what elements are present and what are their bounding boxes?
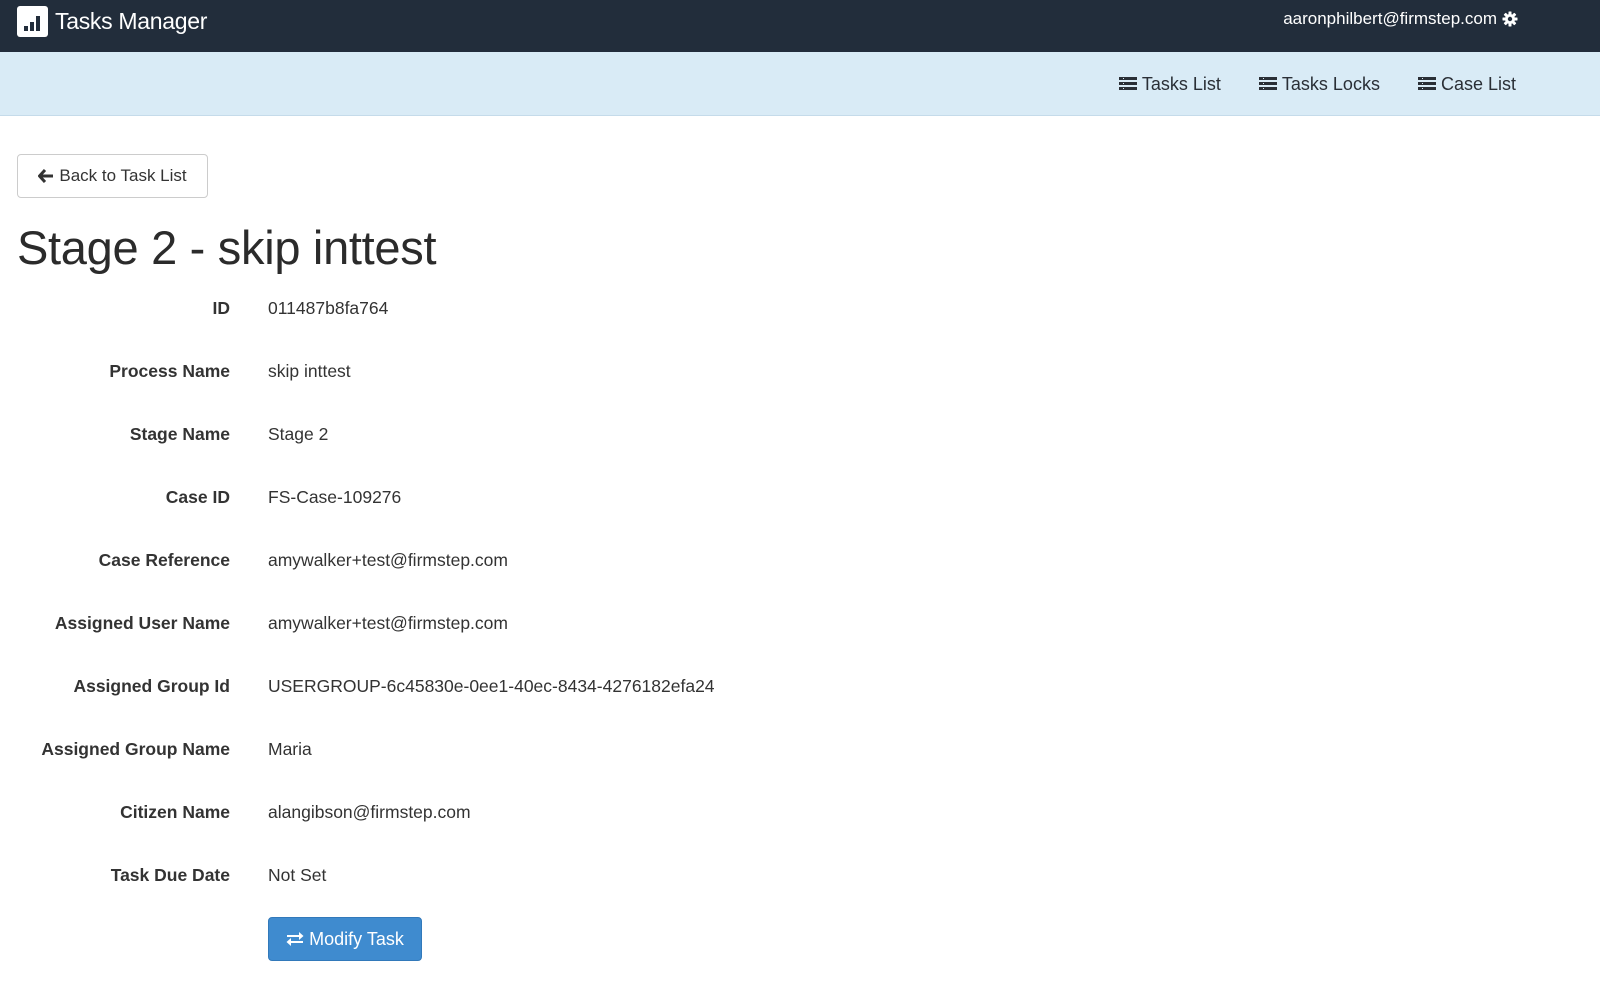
list-icon xyxy=(1417,77,1436,90)
detail-row-case-id: Case ID FS-Case-109276 xyxy=(0,482,1600,512)
detail-label: Case ID xyxy=(165,487,230,507)
detail-value: alangibson@firmstep.com xyxy=(268,802,471,822)
detail-row-assigned-user-name: Assigned User Name amywalker+test@firmst… xyxy=(0,608,1600,638)
top-navbar: Tasks Manager aaronphilbert@firmstep.com xyxy=(0,0,1600,52)
detail-value: Maria xyxy=(268,739,312,759)
list-icon xyxy=(1258,77,1277,90)
brand[interactable]: Tasks Manager xyxy=(17,5,207,37)
detail-label: Process Name xyxy=(109,361,230,381)
modify-task-button[interactable]: Modify Task xyxy=(268,917,422,961)
page-title: Stage 2 - skip inttest xyxy=(17,221,437,274)
detail-row-stage-name: Stage Name Stage 2 xyxy=(0,419,1600,449)
back-button-label: Back to Task List xyxy=(59,166,187,185)
detail-label: Citizen Name xyxy=(120,802,230,822)
detail-value: Stage 2 xyxy=(268,424,329,444)
detail-value: amywalker+test@firmstep.com xyxy=(268,550,508,570)
user-menu[interactable]: aaronphilbert@firmstep.com xyxy=(1283,8,1518,30)
modify-button-label: Modify Task xyxy=(309,928,404,949)
nav-label: Tasks Locks xyxy=(1281,73,1380,94)
detail-row-case-reference: Case Reference amywalker+test@firmstep.c… xyxy=(0,545,1600,575)
detail-label: Stage Name xyxy=(129,424,230,444)
detail-label: Assigned Group Id xyxy=(73,676,230,696)
detail-value: skip inttest xyxy=(268,361,351,381)
nav-tasks-locks[interactable]: Tasks Locks xyxy=(1258,73,1380,95)
arrow-left-icon xyxy=(38,169,54,183)
detail-row-process-name: Process Name skip inttest xyxy=(0,356,1600,386)
back-to-task-list-button[interactable]: Back to Task List xyxy=(17,154,208,198)
detail-value: FS-Case-109276 xyxy=(268,487,402,507)
list-icon xyxy=(1118,77,1137,90)
detail-label: Assigned Group Name xyxy=(41,739,230,759)
detail-value: Not Set xyxy=(268,865,327,885)
secondary-navbar: Tasks List Tasks Locks Case List xyxy=(0,52,1600,116)
detail-value: amywalker+test@firmstep.com xyxy=(268,613,508,633)
main-nav: Tasks List Tasks Locks Case List xyxy=(1081,52,1516,116)
gear-icon xyxy=(1502,11,1518,27)
detail-value: 011487b8fa764 xyxy=(268,298,389,318)
user-email: aaronphilbert@firmstep.com xyxy=(1283,9,1497,28)
detail-label: Assigned User Name xyxy=(54,613,230,633)
detail-label: Task Due Date xyxy=(110,865,230,885)
detail-label: ID xyxy=(212,298,231,318)
detail-row-task-due-date: Task Due Date Not Set xyxy=(0,860,1600,890)
detail-row-citizen-name: Citizen Name alangibson@firmstep.com xyxy=(0,797,1600,827)
app-title: Tasks Manager xyxy=(55,7,208,34)
detail-row-assigned-group-id: Assigned Group Id USERGROUP-6c45830e-0ee… xyxy=(0,671,1600,701)
swap-arrows-icon xyxy=(286,932,304,946)
detail-row-assigned-group-name: Assigned Group Name Maria xyxy=(0,734,1600,764)
nav-label: Case List xyxy=(1440,73,1516,94)
nav-tasks-list[interactable]: Tasks List xyxy=(1118,73,1221,95)
detail-row-id: ID 011487b8fa764 xyxy=(0,293,1600,323)
detail-value: USERGROUP-6c45830e-0ee1-40ec-8434-427618… xyxy=(268,676,715,696)
nav-case-list[interactable]: Case List xyxy=(1417,73,1516,95)
bar-chart-icon xyxy=(17,5,48,37)
detail-label: Case Reference xyxy=(98,550,230,570)
nav-label: Tasks List xyxy=(1141,73,1221,94)
